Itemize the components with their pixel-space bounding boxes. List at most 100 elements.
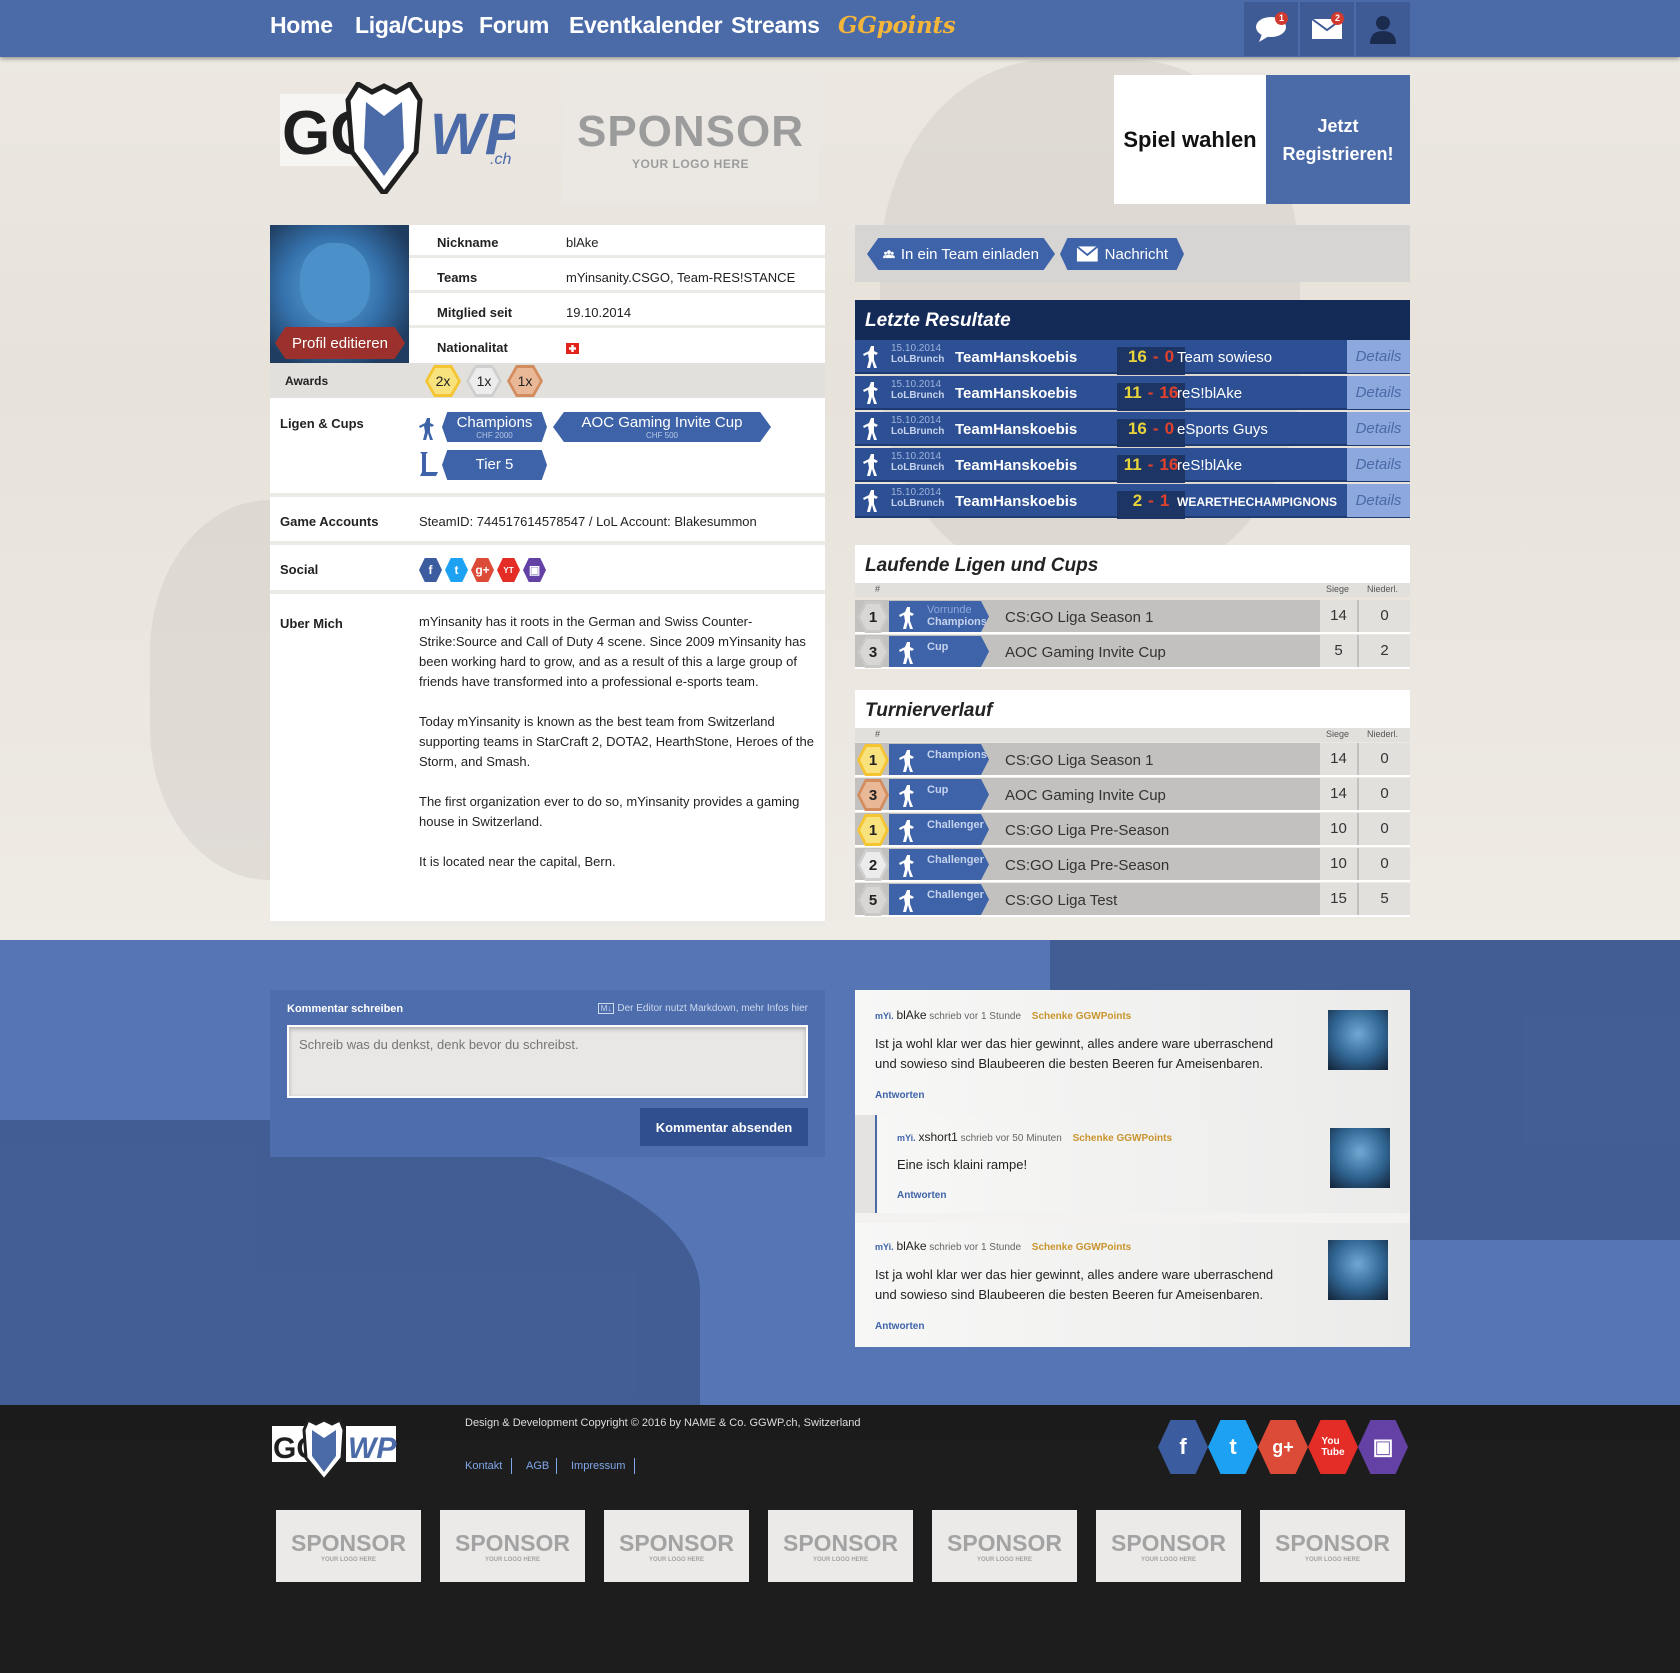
spiel-wahlen-button[interactable]: Spiel wahlen — [1114, 75, 1266, 204]
facebook-icon[interactable]: f — [419, 558, 442, 582]
result-details-link[interactable]: Details — [1347, 484, 1410, 517]
tournament-name[interactable]: CS:GO Liga Pre-Season — [1005, 857, 1169, 874]
site-logo[interactable]: GG WP .ch — [280, 80, 524, 199]
league-tag-champions[interactable]: Champions CHF 2000 — [442, 412, 547, 442]
result-opponent[interactable]: eSports Guys — [1177, 421, 1347, 438]
tournament-name[interactable]: CS:GO Liga Test — [1005, 892, 1117, 909]
wins-cell: 10 — [1320, 813, 1357, 845]
wins-cell: 14 — [1320, 743, 1357, 775]
footer-sponsor[interactable]: SPONSOR YOUR LOGO HERE — [932, 1510, 1077, 1582]
footer-sponsor[interactable]: SPONSOR YOUR LOGO HERE — [1096, 1510, 1241, 1582]
tournament-name[interactable]: CS:GO Liga Season 1 — [1005, 752, 1153, 769]
reply-link[interactable]: Antworten — [875, 1090, 924, 1101]
comment-item: mYi. blAke schrieb vor 1 Stunde Schenke … — [855, 990, 1410, 1115]
result-team[interactable]: TeamHanskoebis — [955, 493, 1077, 510]
table-row[interactable]: 3 Cup AOC Gaming Invite Cup 5 2 — [855, 635, 1410, 669]
league-tag-tier5[interactable]: Tier 5 — [442, 450, 547, 480]
sponsor-title: SPONSOR — [290, 1529, 407, 1556]
tournament-name[interactable]: AOC Gaming Invite Cup — [1005, 787, 1166, 804]
result-row: 15.10.2014 LoLBrunch TeamHanskoebis 11-16 re… — [855, 448, 1410, 483]
sponsor-subtitle: YOUR LOGO HERE — [812, 1556, 868, 1563]
result-opponent[interactable]: reS!blAke — [1177, 457, 1347, 474]
header-sponsor[interactable]: SPONSOR YOUR LOGO HERE — [563, 75, 818, 203]
twitter-icon[interactable]: t — [445, 558, 468, 582]
footer-link-agb[interactable]: AGB — [526, 1460, 549, 1472]
info-row-member-since: Mitglied seit 19.10.2014 — [409, 295, 825, 328]
result-team[interactable]: TeamHanskoebis — [955, 349, 1077, 366]
footer-sponsor[interactable]: SPONSOR YOUR LOGO HERE — [768, 1510, 913, 1582]
info-value: 19.10.2014 — [566, 305, 632, 320]
info-value[interactable]: mYinsanity.CSGO, Team-RES!STANCE — [566, 270, 795, 285]
division-tag: Champions — [889, 744, 989, 775]
wins-cell: 5 — [1320, 635, 1357, 667]
gift-points-link[interactable]: Schenke GGWPoints — [1073, 1133, 1172, 1144]
reply-link[interactable]: Antworten — [875, 1321, 924, 1332]
gift-points-link[interactable]: Schenke GGWPoints — [1032, 1011, 1131, 1022]
mail-button[interactable]: 2 — [1300, 2, 1354, 56]
result-team[interactable]: TeamHanskoebis — [955, 457, 1077, 474]
page-background — [0, 0, 1680, 940]
result-details-link[interactable]: Details — [1347, 340, 1410, 373]
nav-forum[interactable]: Forum — [479, 12, 549, 39]
sponsor-subtitle: YOUR LOGO HERE — [320, 1556, 376, 1563]
table-row[interactable]: 2 Challenger CS:GO Liga Pre-Season 10 0 — [855, 848, 1410, 882]
table-row[interactable]: 1 Challenger CS:GO Liga Pre-Season 10 0 — [855, 813, 1410, 847]
csgo-icon — [897, 818, 919, 845]
youtube-icon[interactable]: YT — [497, 558, 520, 582]
nav-ggpoints[interactable]: GGpoints — [838, 12, 956, 39]
twitch-icon[interactable]: ▣ — [523, 558, 546, 582]
info-row-teams: Teams mYinsanity.CSGO, Team-RES!STANCE — [409, 260, 825, 293]
footer-logo[interactable]: GG WP — [272, 1417, 397, 1483]
svg-text:WP: WP — [348, 1432, 397, 1465]
tournament-name[interactable]: CS:GO Liga Pre-Season — [1005, 822, 1169, 839]
footer-link-kontakt[interactable]: Kontakt — [465, 1460, 502, 1472]
footer-sponsor[interactable]: SPONSOR YOUR LOGO HERE — [276, 1510, 421, 1582]
comment-submit-button[interactable]: Kommentar absenden — [640, 1108, 808, 1146]
footer-link-impressum[interactable]: Impressum — [571, 1460, 625, 1472]
result-opponent[interactable]: reS!blAke — [1177, 385, 1347, 402]
tournament-name[interactable]: CS:GO Liga Season 1 — [1005, 609, 1153, 626]
table-row[interactable]: 3 Cup AOC Gaming Invite Cup 14 0 — [855, 778, 1410, 812]
nav-streams[interactable]: Streams — [731, 12, 820, 39]
gift-points-link[interactable]: Schenke GGWPoints — [1032, 1242, 1131, 1253]
footer-sponsor[interactable]: SPONSOR YOUR LOGO HERE — [1260, 1510, 1405, 1582]
history-title: Turnierverlauf — [855, 690, 1410, 728]
message-button[interactable]: Nachricht — [1060, 238, 1184, 270]
user-button[interactable] — [1356, 2, 1410, 56]
reply-link[interactable]: Antworten — [897, 1190, 946, 1201]
losses-cell: 0 — [1359, 848, 1410, 880]
result-details-link[interactable]: Details — [1347, 448, 1410, 481]
result-opponent[interactable]: WEARETHECHAMPIGNONS — [1177, 495, 1347, 509]
google-plus-icon[interactable]: g+ — [471, 558, 494, 582]
nav-liga-cups[interactable]: Liga/Cups — [355, 12, 464, 39]
footer-sponsor[interactable]: SPONSOR YOUR LOGO HERE — [440, 1510, 585, 1582]
table-row[interactable]: 1 Champions CS:GO Liga Season 1 14 0 — [855, 743, 1410, 777]
markdown-note[interactable]: M↓ Der Editor nutzt Markdown, mehr Infos … — [597, 1003, 808, 1014]
comment-item: mYi. blAke schrieb vor 1 Stunde Schenke … — [855, 1223, 1410, 1347]
table-row[interactable]: 1 Vorrunde Champions CS:GO Liga Season 1 14 0 — [855, 600, 1410, 634]
top-navigation: Home Liga/Cups Forum Eventkalender Strea… — [0, 0, 1680, 57]
nav-home[interactable]: Home — [270, 12, 333, 39]
nav-eventkalender[interactable]: Eventkalender — [569, 12, 723, 39]
tournament-name[interactable]: AOC Gaming Invite Cup — [1005, 644, 1166, 661]
invite-to-team-button[interactable]: In ein Team einladen — [867, 238, 1055, 270]
result-details-link[interactable]: Details — [1347, 376, 1410, 409]
sponsor-title: SPONSOR — [1110, 1529, 1227, 1556]
result-details-link[interactable]: Details — [1347, 412, 1410, 445]
table-row[interactable]: 5 Challenger CS:GO Liga Test 15 5 — [855, 883, 1410, 917]
result-team[interactable]: TeamHanskoebis — [955, 385, 1077, 402]
footer-sponsor[interactable]: SPONSOR YOUR LOGO HERE — [604, 1510, 749, 1582]
division-tag: Cup — [889, 636, 989, 667]
league-tag-aoc-cup[interactable]: AOC Gaming Invite Cup CHF 500 — [553, 412, 771, 442]
division-label: Challenger — [927, 889, 984, 901]
edit-profile-button[interactable]: Profil editieren — [275, 327, 405, 359]
position-badge: 1 — [857, 601, 889, 633]
register-button[interactable]: Jetzt Registrieren! — [1266, 75, 1410, 204]
chat-button[interactable]: 1 — [1244, 2, 1298, 56]
award-bronze: 1x — [507, 365, 543, 397]
division-tag: Challenger — [889, 849, 989, 880]
result-team[interactable]: TeamHanskoebis — [955, 421, 1077, 438]
comment-input[interactable] — [287, 1025, 808, 1098]
result-opponent[interactable]: Team sowieso — [1177, 349, 1347, 366]
sponsor-title: SPONSOR — [454, 1529, 571, 1556]
